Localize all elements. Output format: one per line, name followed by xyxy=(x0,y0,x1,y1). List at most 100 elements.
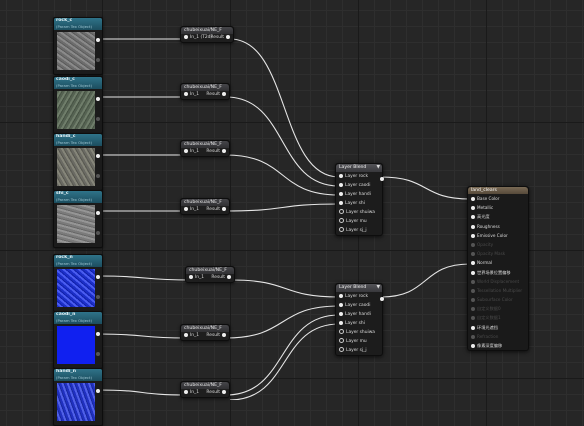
input-pin[interactable] xyxy=(339,173,343,178)
output-pin[interactable] xyxy=(380,297,384,301)
layer-pin-row[interactable]: Layer handi xyxy=(336,190,382,199)
function-node-7[interactable]: chubeixuai/NE_F In_1 Result xyxy=(180,381,230,398)
input-pin[interactable] xyxy=(339,302,343,307)
input-pin[interactable] xyxy=(184,148,188,153)
input-pin[interactable] xyxy=(189,274,193,279)
material-pin-row[interactable]: 像素深度偏移 xyxy=(468,341,528,350)
layer-pin-row[interactable]: Layer rock xyxy=(336,172,382,181)
material-pin-row[interactable]: Base Color xyxy=(468,194,528,203)
output-pin[interactable] xyxy=(96,332,100,336)
output-pin[interactable] xyxy=(226,34,230,39)
connection-wire[interactable] xyxy=(380,176,471,200)
function-node-6[interactable]: chubeixuai/NE_F In_1 Result xyxy=(180,324,230,341)
input-pin[interactable] xyxy=(471,270,475,275)
output-pin-secondary[interactable] xyxy=(96,174,100,178)
layer-pin-row[interactable]: Layer shuiwa xyxy=(336,328,382,337)
function-node-5[interactable]: chubeixuai/NE_F In_1 Result xyxy=(185,266,235,283)
input-pin[interactable] xyxy=(471,206,475,211)
connection-wire[interactable] xyxy=(225,203,340,212)
connection-wire[interactable] xyxy=(225,154,340,196)
output-pin-secondary[interactable] xyxy=(96,117,100,121)
output-pin[interactable] xyxy=(380,177,384,181)
material-pin-row[interactable]: 高光度 xyxy=(468,212,528,221)
collapse-arrow-icon[interactable]: ▼ xyxy=(376,284,380,292)
output-pin[interactable] xyxy=(222,332,226,337)
collapse-arrow-icon[interactable]: ▼ xyxy=(376,164,380,172)
input-pin[interactable] xyxy=(339,338,344,343)
material-pin-row[interactable]: 自定义数据1 xyxy=(468,313,528,322)
output-pin-secondary[interactable] xyxy=(96,295,100,299)
input-pin[interactable] xyxy=(339,200,343,205)
input-pin[interactable] xyxy=(471,288,475,293)
output-pin[interactable] xyxy=(222,206,226,211)
connection-wire[interactable] xyxy=(229,323,340,400)
input-pin[interactable] xyxy=(471,325,475,330)
layer-pin-row[interactable]: Layer handi xyxy=(336,310,382,319)
input-pin[interactable] xyxy=(339,209,344,214)
output-pin-secondary[interactable] xyxy=(96,58,100,62)
texture-node-handi-c[interactable]: handi_c (Param Tex Object) xyxy=(53,133,103,191)
input-pin[interactable] xyxy=(471,242,475,247)
layer-blend-node-1[interactable]: Layer Blend ▼ Layer rock Layer caodi Laye… xyxy=(335,163,384,236)
layer-pin-row[interactable]: Layer shi xyxy=(336,319,382,328)
layer-pin-row[interactable]: Layer shuiwa xyxy=(336,208,382,217)
output-pin[interactable] xyxy=(222,389,226,394)
material-result-node[interactable]: land_clears Base Color Metallic 高光度 Roughne… xyxy=(467,186,529,352)
layer-pin-row[interactable]: Layer mu xyxy=(336,217,382,226)
texture-node-handi-n[interactable]: handi_n (Param Tex Object) xyxy=(53,368,103,426)
input-pin[interactable] xyxy=(471,298,475,303)
material-pin-row[interactable]: 自定义数据0 xyxy=(468,304,528,313)
texture-node-rock-c[interactable]: rock_c (Param Tex Object) xyxy=(53,17,103,75)
connection-wire[interactable] xyxy=(231,279,340,298)
input-pin[interactable] xyxy=(471,261,475,266)
input-pin[interactable] xyxy=(339,320,343,325)
connection-wire[interactable] xyxy=(380,263,471,298)
material-pin-row[interactable]: 世界场景位置偏移 xyxy=(468,268,528,277)
function-node-3[interactable]: chubeixuai/NE_F In_1 Result xyxy=(180,140,230,157)
input-pin[interactable] xyxy=(184,332,188,337)
layer-pin-row[interactable]: Layer mu xyxy=(336,337,382,346)
input-pin[interactable] xyxy=(339,182,343,187)
connection-wire[interactable] xyxy=(229,38,340,178)
connection-wire[interactable] xyxy=(98,275,192,281)
output-pin[interactable] xyxy=(96,211,100,215)
output-pin[interactable] xyxy=(96,275,100,279)
layer-pin-row[interactable]: Layer caodi xyxy=(336,301,382,310)
connection-wire[interactable] xyxy=(98,389,187,396)
input-pin[interactable] xyxy=(471,252,475,257)
material-pin-row[interactable]: World Displacement xyxy=(468,277,528,286)
connection-wire[interactable] xyxy=(225,314,340,396)
input-pin[interactable] xyxy=(339,218,344,223)
texture-node-shi-c[interactable]: shi_c (Param Tex Object) xyxy=(53,190,103,248)
material-pin-row[interactable]: 环境光遮挡 xyxy=(468,323,528,332)
input-pin[interactable] xyxy=(471,233,475,238)
function-node-1[interactable]: chubeixuai/NE_F In_1 (T2d) Result xyxy=(180,26,234,43)
output-pin[interactable] xyxy=(227,274,231,279)
input-pin[interactable] xyxy=(339,227,344,232)
layer-pin-row[interactable]: Layer caodi xyxy=(336,181,382,190)
input-pin[interactable] xyxy=(339,311,343,316)
output-pin[interactable] xyxy=(222,91,226,96)
input-pin[interactable] xyxy=(471,316,475,321)
input-pin[interactable] xyxy=(471,224,475,229)
input-pin[interactable] xyxy=(184,206,188,211)
material-pin-row[interactable]: Metallic xyxy=(468,203,528,212)
input-pin[interactable] xyxy=(184,34,188,39)
input-pin[interactable] xyxy=(471,307,475,312)
layer-pin-row[interactable]: Layer shi xyxy=(336,199,382,208)
output-pin-secondary[interactable] xyxy=(96,231,100,235)
input-pin[interactable] xyxy=(184,389,188,394)
layer-pin-row[interactable]: Layer sj_j xyxy=(336,346,382,355)
material-pin-row[interactable]: Refraction xyxy=(468,332,528,341)
connection-wire[interactable] xyxy=(225,96,340,187)
function-node-2[interactable]: chubeixuai/NE_F In_1 Result xyxy=(180,83,230,100)
material-pin-row[interactable]: Tessellation Multiplier xyxy=(468,286,528,295)
input-pin[interactable] xyxy=(471,197,475,201)
material-pin-row[interactable]: Opacity Mask xyxy=(468,249,528,258)
texture-node-rock-n[interactable]: rock_n (Param Tex Object) xyxy=(53,254,103,312)
input-pin[interactable] xyxy=(184,91,188,96)
input-pin[interactable] xyxy=(471,344,475,348)
layer-pin-row[interactable]: Layer rock xyxy=(336,292,382,301)
output-pin[interactable] xyxy=(222,148,226,153)
layer-blend-node-2[interactable]: Layer Blend ▼ Layer rock Layer caodi Laye… xyxy=(335,283,384,356)
